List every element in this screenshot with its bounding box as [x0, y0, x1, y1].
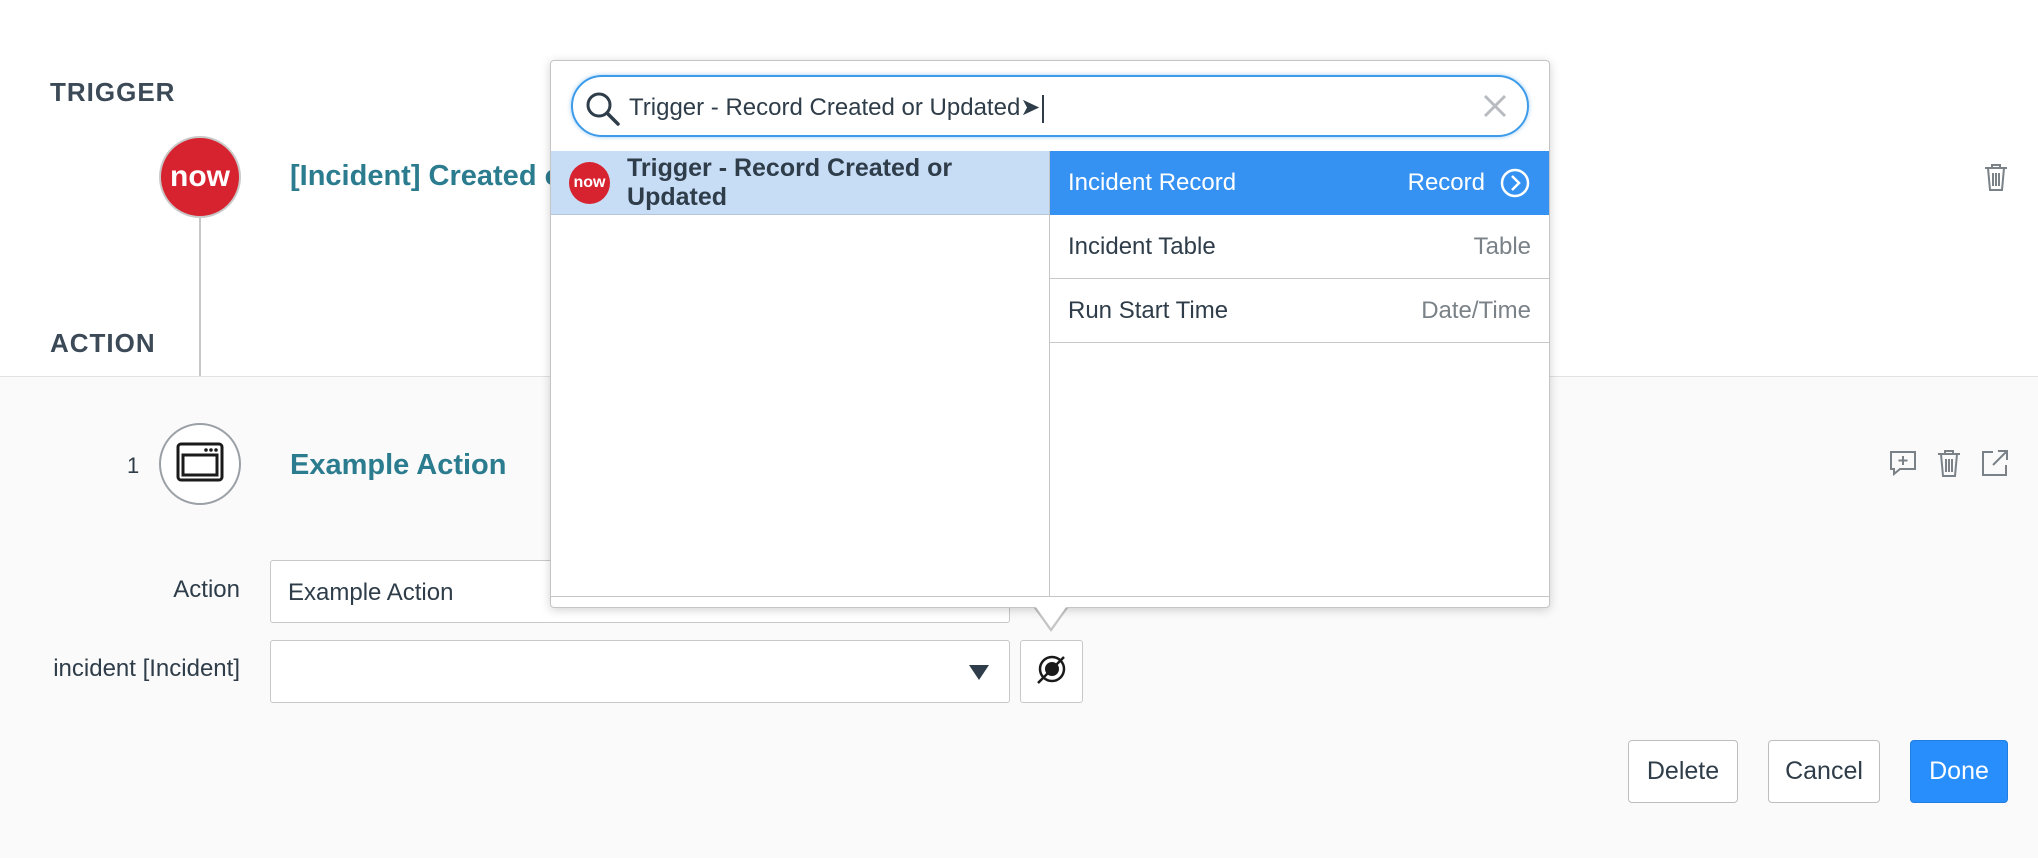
picker-field-item[interactable]: Run Start Time Date/Time	[1050, 279, 1549, 343]
comment-add-icon[interactable]	[1888, 448, 1918, 478]
servicenow-logo: now	[569, 161, 611, 204]
picker-field-name: Incident Table	[1068, 232, 1216, 260]
popover-divider	[551, 596, 1549, 597]
logo-text: now	[170, 160, 230, 193]
trigger-title-link[interactable]: [Incident] Created or	[290, 160, 574, 193]
search-icon	[583, 89, 623, 129]
data-pill-picker-icon	[1034, 651, 1070, 692]
picker-field-type: Date/Time	[1421, 296, 1531, 324]
delete-button[interactable]: Delete	[1628, 740, 1738, 803]
incident-select[interactable]	[270, 640, 1010, 703]
action-type-badge	[159, 423, 241, 505]
picker-field-type: Table	[1473, 232, 1531, 260]
picker-source-item-label: Trigger - Record Created or Updated	[627, 153, 953, 211]
caret-down-icon	[969, 665, 989, 680]
browser-window-icon	[176, 442, 224, 487]
close-icon[interactable]	[1481, 92, 1509, 120]
picker-search-input[interactable]: Trigger - Record Created or Updated➤	[571, 75, 1529, 137]
chevron-right-circle-icon[interactable]	[1499, 167, 1531, 199]
picker-search-value: Trigger - Record Created or Updated➤	[629, 93, 1045, 123]
action-section-label: ACTION	[50, 328, 156, 358]
trigger-section-label: TRIGGER	[50, 77, 176, 107]
servicenow-logo: now	[159, 136, 241, 218]
done-button[interactable]: Done	[1910, 740, 2008, 803]
popover-arrow-fill	[1033, 603, 1069, 628]
open-external-icon[interactable]	[1980, 448, 2010, 478]
action-field-label: Action	[173, 576, 240, 603]
action-title-link[interactable]: Example Action	[290, 449, 506, 482]
step-number: 1	[127, 453, 140, 478]
picker-field-name: Run Start Time	[1068, 296, 1229, 324]
picker-field-type: Record	[1407, 168, 1485, 196]
trash-icon[interactable]	[1983, 162, 2009, 192]
data-pill-picker-button[interactable]	[1020, 640, 1083, 703]
data-pill-picker-popover: Trigger - Record Created or Updated➤ now…	[550, 60, 1550, 608]
cancel-button[interactable]: Cancel	[1768, 740, 1880, 803]
picker-field-item[interactable]: Incident Table Table	[1050, 215, 1549, 279]
picker-source-item[interactable]: now Trigger - Record Created or Updated	[551, 151, 1049, 215]
picker-field-item[interactable]: Incident Record Record	[1050, 151, 1549, 215]
timeline-connector	[199, 218, 201, 376]
picker-source-column: now Trigger - Record Created or Updated	[551, 151, 1050, 596]
picker-field-column: Incident Record Record Incident Table Ta…	[1050, 151, 1549, 596]
trash-icon[interactable]	[1936, 448, 1966, 478]
picker-field-name: Incident Record	[1068, 168, 1237, 196]
incident-field-label: incident [Incident]	[53, 655, 240, 682]
